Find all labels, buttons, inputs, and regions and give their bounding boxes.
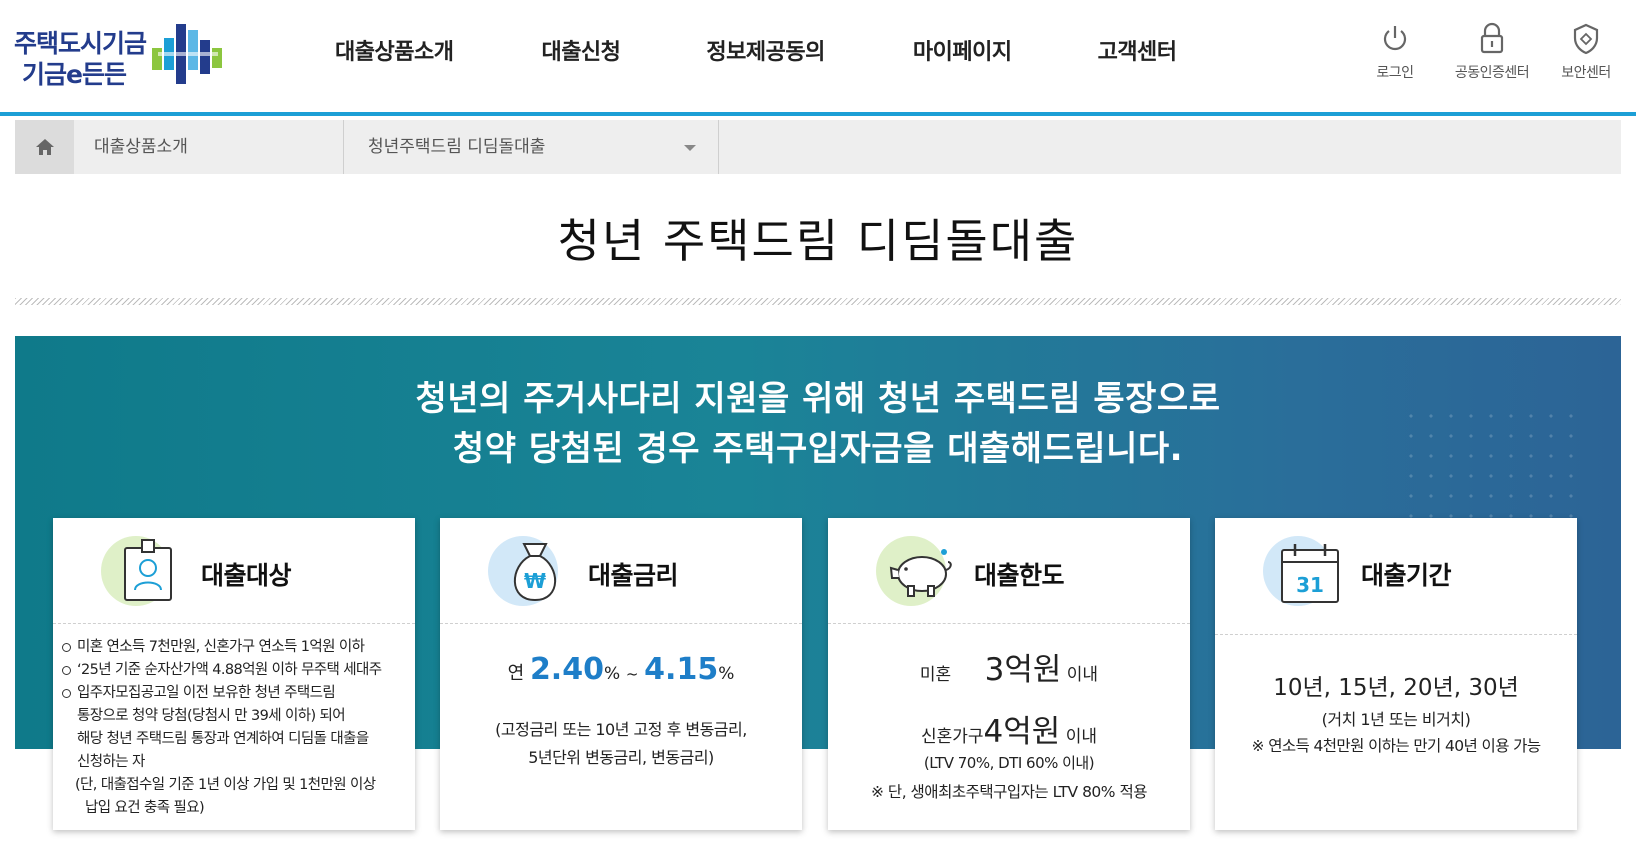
money-bag-icon: ₩ <box>513 543 557 602</box>
breadcrumb-level1[interactable]: 대출상품소개 <box>74 120 344 174</box>
breadcrumb-home[interactable] <box>15 120 74 174</box>
calendar-day: 31 <box>1296 573 1324 597</box>
rate-desc: (고정금리 또는 10년 고정 후 변동금리, 5년단위 변동금리, 변동금리) <box>440 716 802 772</box>
target-item-account: 입주자모집공고일 이전 보유한 청년 주택드림 <box>61 682 411 705</box>
power-icon <box>1383 26 1407 51</box>
nav-customer-center[interactable]: 고객센터 <box>1098 34 1177 74</box>
breadcrumb: 대출상품소개 청년주택드림 디딤돌대출 <box>15 120 1621 174</box>
rate-range: 연 2.40% ~ 4.15% <box>440 652 802 687</box>
target-note-line1: (단, 대출접수일 기준 1년 이상 가입 및 1천만원 이상 <box>75 777 376 793</box>
hero-line1: 청년의 주거사다리 지원을 위해 청년 주택드림 통장으로 <box>415 379 1221 419</box>
login-button[interactable]: 로그인 <box>1350 22 1440 82</box>
card-header: 대출한도 <box>828 518 1190 624</box>
piggy-bank-icon <box>889 549 952 597</box>
target-item-account-cont1: 통장으로 청약 당첨(당첨시 만 39세 이하) 되어 <box>77 708 346 724</box>
security-center-label: 보안센터 <box>1561 65 1611 81</box>
limit-married-suffix: 이내 <box>1065 727 1097 747</box>
nav-info-consent[interactable]: 정보제공동의 <box>706 34 825 74</box>
security-center-button[interactable]: 보안센터 <box>1541 22 1631 82</box>
logo-text-line2: 기금e든든 <box>22 60 127 89</box>
nav-loan-products[interactable]: 대출상품소개 <box>335 34 454 74</box>
card-title: 대출한도 <box>974 561 1065 590</box>
title-divider <box>15 298 1621 305</box>
site-header: 주택도시기금 기금e든든 대출상품소개 대출신청 정보제공동의 마이페이지 고객… <box>0 0 1636 116</box>
target-item-account-cont2: 해당 청년 주택드림 통장과 연계하여 디딤돌 대출을 <box>77 731 369 747</box>
card-loan-target: 대출대상 미혼 연소득 7천만원, 신혼가구 연소득 1억원 이하 ‘25년 기… <box>53 518 415 830</box>
card-header: 31 대출기간 <box>1215 518 1577 635</box>
nav-loan-apply[interactable]: 대출신청 <box>541 34 620 74</box>
id-badge-icon <box>124 539 172 601</box>
limit-single-label: 미혼 <box>919 665 952 685</box>
rate-desc-line1: (고정금리 또는 10년 고정 후 변동금리, <box>495 720 747 739</box>
card-loan-limit: 대출한도 미혼 3억원 이내 신혼가구4억원 이내 (LTV 70%, DTI … <box>828 518 1190 830</box>
rate-prefix: 연 <box>507 663 525 684</box>
card-title: 대출기간 <box>1361 561 1452 590</box>
target-note-line2: 납입 요건 충족 필요) <box>85 800 205 816</box>
limit-married: 신혼가구4억원 이내 <box>828 706 1190 751</box>
hero-line2: 청약 당첨된 경우 주택구입자금을 대출해드립니다. <box>452 429 1184 469</box>
lock-icon <box>1480 22 1504 54</box>
limit-ratio: (LTV 70%, DTI 60% 이내) <box>923 754 1095 772</box>
card-loan-rate: ₩ 대출금리 연 2.40% ~ 4.15% (고정금리 또는 10년 고정 후… <box>440 518 802 830</box>
rate-tilde: ~ <box>625 665 639 683</box>
rate-min-unit: % <box>603 664 621 684</box>
card-header: 대출대상 <box>53 518 415 624</box>
target-item-account-cont3: 신청하는 자 <box>77 754 145 770</box>
rate-max: 4.15 <box>644 652 719 687</box>
limit-single-suffix: 이내 <box>1066 665 1099 685</box>
logo-mark-icon <box>152 24 222 84</box>
shield-icon <box>1573 23 1599 55</box>
card-header: ₩ 대출금리 <box>440 518 802 624</box>
main-nav: 대출상품소개 대출신청 정보제공동의 마이페이지 고객센터 <box>335 34 1177 74</box>
term-grace: (거치 1년 또는 비거치) <box>1321 710 1471 729</box>
limit-note: ※ 단, 생애최초주택구입자는 LTV 80% 적용 <box>871 783 1147 801</box>
limit-single: 미혼 3억원 이내 <box>828 644 1190 689</box>
card-title: 대출금리 <box>588 561 679 590</box>
login-label: 로그인 <box>1376 65 1414 81</box>
rate-max-unit: % <box>718 664 735 684</box>
card-loan-term: 31 대출기간 10년, 15년, 20년, 30년 (거치 1년 또는 비거치… <box>1215 518 1577 830</box>
card-title: 대출대상 <box>201 561 292 590</box>
breadcrumb-level2-label: 청년주택드림 디딤돌대출 <box>368 137 546 157</box>
limit-married-amount: 4억원 <box>983 714 1061 750</box>
chevron-down-icon <box>684 145 696 151</box>
target-item-income: 미혼 연소득 7천만원, 신혼가구 연소득 1억원 이하 <box>61 636 411 659</box>
limit-married-label: 신혼가구 <box>920 727 984 747</box>
term-options: 10년, 15년, 20년, 30년 <box>1273 675 1519 701</box>
target-list: 미혼 연소득 7천만원, 신혼가구 연소득 1억원 이하 ‘25년 기준 순자산… <box>61 636 411 820</box>
target-item-assets: ‘25년 기준 순자산가액 4.88억원 이하 무주택 세대주 <box>61 659 411 682</box>
calendar-icon: 31 <box>1281 544 1339 603</box>
certificate-center-label: 공동인증센터 <box>1454 65 1530 81</box>
certificate-center-button[interactable]: 공동인증센터 <box>1447 22 1537 82</box>
nav-mypage[interactable]: 마이페이지 <box>913 34 1012 74</box>
page-title: 청년 주택드림 디딤돌대출 <box>557 214 1079 268</box>
limit-single-amount: 3억원 <box>984 652 1062 688</box>
breadcrumb-level2-dropdown[interactable]: 청년주택드림 디딤돌대출 <box>344 120 719 174</box>
svg-text:₩: ₩ <box>524 569 546 593</box>
rate-desc-line2: 5년단위 변동금리, 변동금리) <box>528 748 714 767</box>
rate-min: 2.40 <box>529 652 604 687</box>
term-note: ※ 연소득 4천만원 이하는 만기 40년 이용 가능 <box>1251 737 1541 755</box>
home-icon <box>35 139 54 155</box>
site-logo[interactable]: 주택도시기금 기금e든든 <box>14 22 224 89</box>
hero-text: 청년의 주거사다리 지원을 위해 청년 주택드림 통장으로 청약 당첨된 경우 … <box>15 374 1621 474</box>
